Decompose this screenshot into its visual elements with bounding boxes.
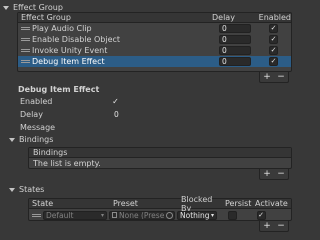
remove-button[interactable]: − bbox=[274, 72, 288, 82]
drag-handle-icon[interactable] bbox=[21, 49, 30, 52]
column-delay: Delay bbox=[212, 13, 235, 22]
enabled-label: Enabled bbox=[20, 97, 53, 106]
blocked-by-value: Nothing bbox=[180, 210, 210, 220]
effect-group-list: Effect Group Delay Enabled Play Audio Cl… bbox=[17, 12, 292, 72]
object-picker-icon[interactable] bbox=[166, 211, 173, 219]
persist-cell bbox=[219, 210, 245, 220]
bindings-empty-row: The list is empty. bbox=[29, 158, 291, 169]
enabled-checkbox[interactable]: ✓ bbox=[269, 24, 278, 33]
triangle-down-icon bbox=[3, 5, 9, 10]
chevron-down-icon: ▾ bbox=[210, 211, 214, 219]
drag-handle-icon[interactable] bbox=[21, 27, 30, 30]
message-property: Message bbox=[20, 122, 292, 133]
drag-handle-icon[interactable] bbox=[21, 38, 30, 41]
message-input[interactable] bbox=[111, 123, 292, 132]
column-activate: Activate bbox=[255, 199, 288, 208]
enabled-checkbox[interactable]: ✓ bbox=[269, 57, 278, 66]
scriptable-object-icon bbox=[112, 212, 117, 218]
bindings-header-label: Bindings bbox=[33, 148, 68, 157]
state-value: Default bbox=[46, 210, 74, 220]
list-item[interactable]: Play Audio Clip 0 ✓ bbox=[18, 23, 291, 34]
states-list-header: State Preset Blocked By Persist Activate bbox=[29, 195, 291, 213]
list-item[interactable]: Enable Disable Object 0 ✓ bbox=[18, 34, 291, 45]
remove-button[interactable]: − bbox=[274, 221, 288, 231]
preset-value: None (Prese bbox=[119, 210, 165, 220]
delay-input[interactable]: 0 bbox=[111, 110, 292, 119]
states-foldout-label: States bbox=[19, 185, 45, 194]
column-preset: Preset bbox=[113, 199, 138, 208]
remove-button[interactable]: − bbox=[274, 169, 288, 179]
column-effect-group: Effect Group bbox=[21, 13, 71, 22]
bindings-empty-text: The list is empty. bbox=[33, 159, 101, 168]
delay-field[interactable]: 0 bbox=[219, 57, 251, 66]
chevron-down-icon: ▾ bbox=[100, 211, 104, 219]
add-button[interactable]: + bbox=[260, 221, 274, 231]
states-list: State Preset Blocked By Persist Activate… bbox=[28, 195, 292, 221]
list-item-selected[interactable]: Debug Item Effect 0 ✓ bbox=[18, 56, 291, 67]
delay-field[interactable]: 0 bbox=[219, 35, 251, 44]
list-item[interactable]: Invoke Unity Event 0 ✓ bbox=[18, 45, 291, 56]
activate-checkbox[interactable]: ✓ bbox=[256, 210, 266, 220]
message-label: Message bbox=[20, 123, 56, 132]
effect-name: Enable Disable Object bbox=[32, 35, 121, 44]
effect-group-list-footer: + − bbox=[259, 72, 289, 83]
enabled-toggle[interactable]: ✓ bbox=[111, 97, 120, 106]
column-state: State bbox=[32, 199, 54, 208]
delay-field[interactable]: 0 bbox=[219, 46, 251, 55]
debug-item-effect-title: Debug Item Effect bbox=[18, 85, 100, 94]
bindings-foldout-label: Bindings bbox=[19, 135, 54, 144]
drag-handle-icon[interactable] bbox=[21, 60, 30, 63]
column-enabled: Enabled bbox=[258, 13, 291, 22]
add-button[interactable]: + bbox=[260, 72, 274, 82]
enabled-property: Enabled ✓ bbox=[20, 96, 120, 107]
column-persist: Persist bbox=[225, 199, 252, 208]
enabled-checkbox[interactable]: ✓ bbox=[269, 46, 278, 55]
bindings-list-footer: + − bbox=[259, 169, 289, 180]
enabled-checkbox[interactable]: ✓ bbox=[269, 35, 278, 44]
delay-field[interactable]: 0 bbox=[219, 24, 251, 33]
add-button[interactable]: + bbox=[260, 169, 274, 179]
delay-property: Delay 0 bbox=[20, 109, 292, 120]
effect-group-foldout[interactable]: Effect Group bbox=[3, 3, 63, 12]
state-dropdown[interactable]: Default ▾ bbox=[43, 210, 107, 220]
blocked-by-dropdown[interactable]: Nothing ▾ bbox=[177, 210, 217, 220]
effect-name: Debug Item Effect bbox=[32, 57, 105, 66]
states-foldout[interactable]: States bbox=[9, 185, 44, 194]
effect-group-list-header: Effect Group Delay Enabled bbox=[18, 13, 291, 23]
drag-handle-icon[interactable] bbox=[32, 213, 41, 217]
persist-checkbox[interactable] bbox=[227, 210, 237, 220]
effect-group-foldout-label: Effect Group bbox=[13, 3, 63, 12]
bindings-list-header: Bindings bbox=[29, 148, 291, 158]
triangle-down-icon bbox=[9, 137, 15, 142]
list-item[interactable]: Default ▾ None (Prese Nothing ▾ ✓ bbox=[29, 209, 291, 221]
triangle-down-icon bbox=[9, 187, 15, 192]
delay-label: Delay bbox=[20, 110, 43, 119]
preset-object-field[interactable]: None (Prese bbox=[109, 210, 175, 220]
effect-name: Play Audio Clip bbox=[32, 24, 92, 33]
bindings-list: Bindings The list is empty. bbox=[28, 147, 292, 169]
states-list-footer: + − bbox=[259, 221, 289, 232]
bindings-foldout[interactable]: Bindings bbox=[9, 135, 53, 144]
effect-name: Invoke Unity Event bbox=[32, 46, 108, 55]
activate-cell: ✓ bbox=[249, 210, 273, 220]
